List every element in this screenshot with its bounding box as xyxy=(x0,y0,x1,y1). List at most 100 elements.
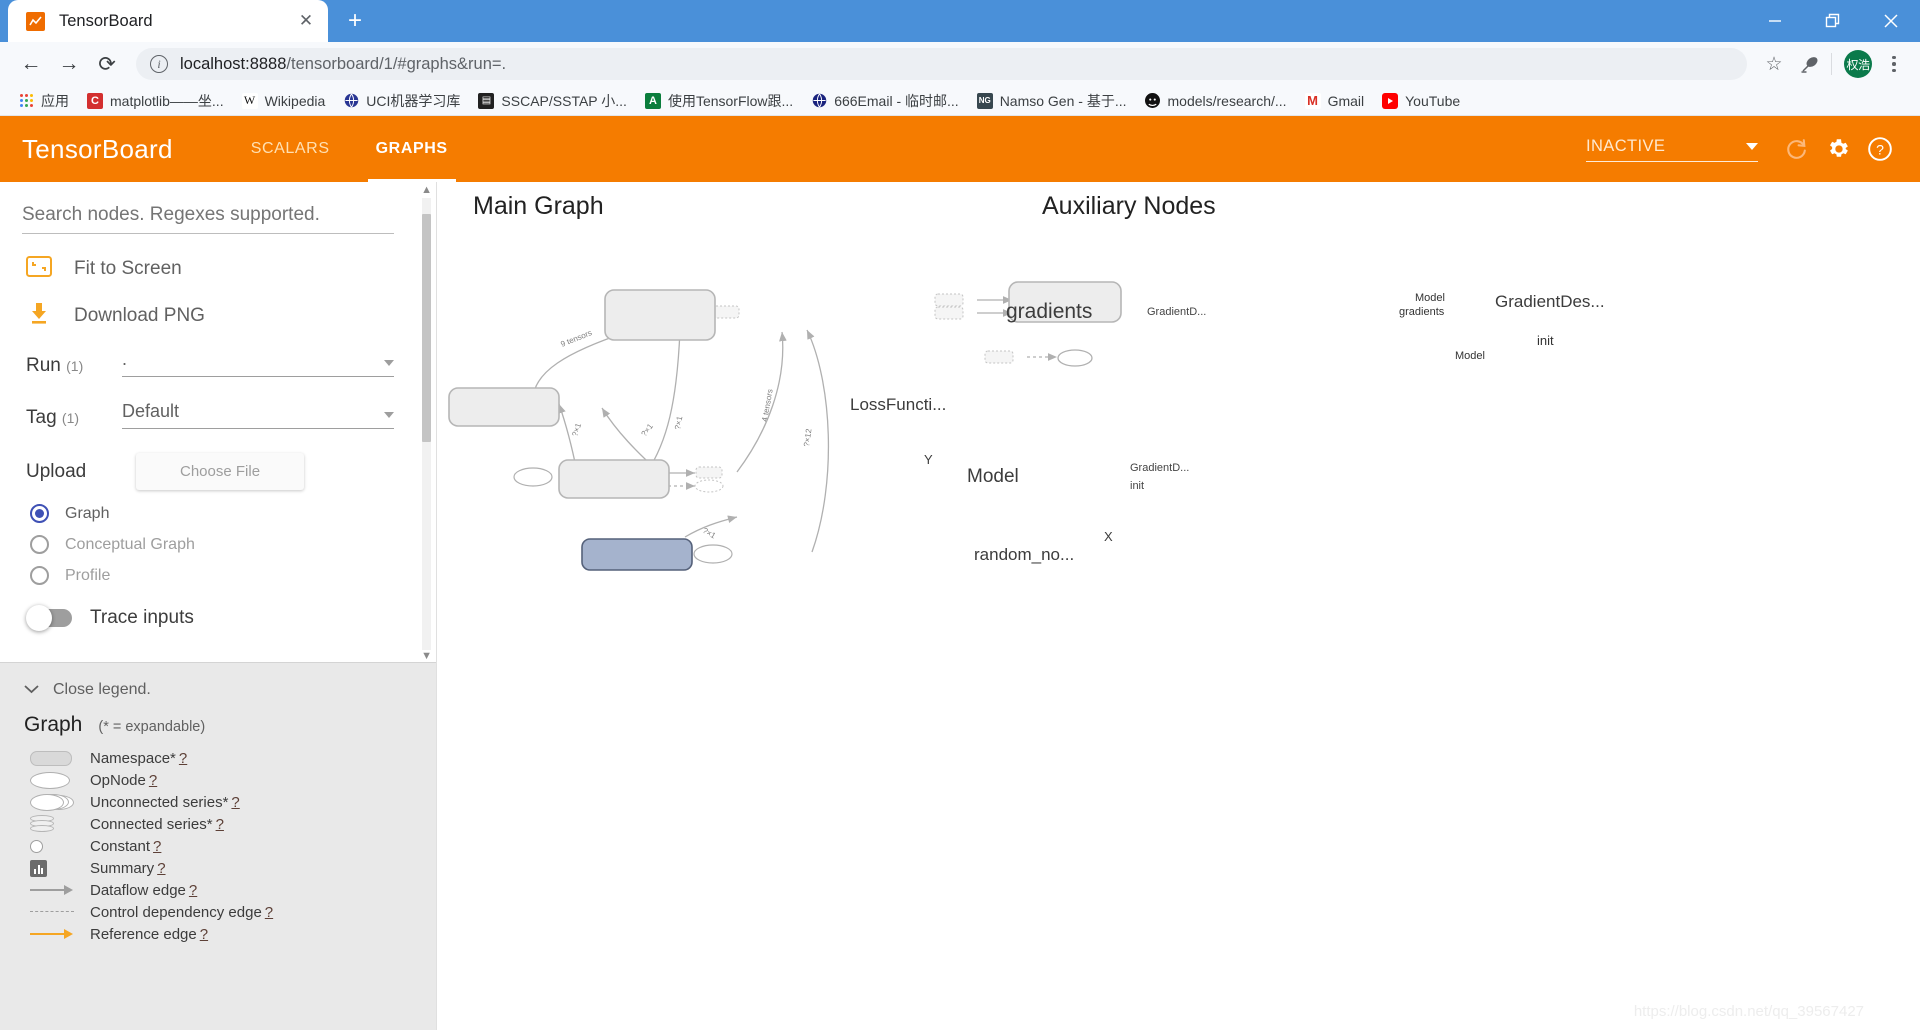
maximize-icon[interactable] xyxy=(1804,0,1862,42)
legend-item-list: Namespace*? OpNode? Unconnected series*? Co… xyxy=(24,747,412,945)
radio-indicator[interactable] xyxy=(30,504,49,523)
dataflow-edge-icon xyxy=(30,885,76,895)
legend-item: OpNode? xyxy=(24,769,412,791)
bookmark-star-icon[interactable]: ☆ xyxy=(1757,47,1791,81)
tag-selector-row: Tag (1) Default xyxy=(22,401,412,429)
bookmark-item[interactable]: Cmatplotlib——坐... xyxy=(79,88,232,114)
bookmark-item[interactable]: UCI机器学习库 xyxy=(335,88,468,114)
scroll-down-icon[interactable]: ▼ xyxy=(421,650,432,662)
bookmark-label: YouTube xyxy=(1405,92,1461,109)
search-input[interactable] xyxy=(22,204,394,226)
chevron-down-icon xyxy=(384,360,394,366)
chevron-down-icon xyxy=(24,681,39,699)
summary-shape-icon xyxy=(30,859,47,877)
bookmark-item[interactable]: 应用 xyxy=(10,88,77,114)
legend-label: OpNode? xyxy=(90,771,158,789)
play-icon xyxy=(1382,92,1399,109)
help-circle-icon[interactable]: ? xyxy=(1862,131,1898,167)
search-nodes-field[interactable] xyxy=(22,204,394,234)
toolbar-divider xyxy=(1831,53,1832,75)
forward-button[interactable]: → xyxy=(50,45,88,83)
legend-label: Reference edge? xyxy=(90,925,209,943)
legend-label: Connected series*? xyxy=(90,815,224,833)
legend-label: Control dependency edge? xyxy=(90,903,274,921)
bookmark-item[interactable]: YouTube xyxy=(1374,90,1468,112)
sidebar-scrollbar-thumb[interactable] xyxy=(422,214,431,442)
legend-help-link[interactable]: ? xyxy=(265,904,273,921)
minimize-icon[interactable] xyxy=(1746,0,1804,42)
choose-file-button[interactable]: Choose File xyxy=(136,453,305,490)
chart-line-icon xyxy=(26,11,45,31)
tensorboard-header-actions: INACTIVE ? xyxy=(1586,131,1898,167)
legend-help-link[interactable]: ? xyxy=(216,816,224,833)
bookmark-label: 使用TensorFlow跟... xyxy=(667,92,794,109)
radio-conceptual-graph[interactable]: Conceptual Graph xyxy=(22,535,412,554)
toggle-knob xyxy=(26,605,52,631)
legend-help-link[interactable]: ? xyxy=(200,926,208,943)
page-body: Fit to Screen Download PNG Run (1) . xyxy=(0,182,1920,1030)
graph-edges xyxy=(532,329,830,553)
watermark: https://blog.csdn.net/qq_39567427 xyxy=(1633,1003,1864,1020)
legend-help-link[interactable]: ? xyxy=(153,838,161,855)
refresh-icon[interactable] xyxy=(1778,131,1814,167)
trace-inputs-toggle[interactable] xyxy=(26,605,72,631)
legend-help-link[interactable]: ? xyxy=(157,860,165,877)
radio-indicator[interactable] xyxy=(30,535,49,554)
globe-icon xyxy=(811,93,827,109)
legend-help-link[interactable]: ? xyxy=(179,750,187,767)
radio-profile[interactable]: Profile xyxy=(22,566,412,585)
browser-tab[interactable]: TensorBoard ✕ xyxy=(8,0,328,42)
bookmark-item[interactable]: ▤ SSCAP/SSTAP 小... xyxy=(470,88,635,114)
svg-text:?×1: ?×1 xyxy=(639,422,655,439)
fit-to-screen-label: Fit to Screen xyxy=(74,258,182,279)
graph-edge-labels: 9 tensors ?×1 ?×1 ?×1 4 tensors ?×12 ?×1 xyxy=(559,328,813,541)
address-bar-url: localhost:8888/tensorboard/1/#graphs&run… xyxy=(180,55,506,74)
close-legend-action[interactable]: Close legend. xyxy=(24,681,412,699)
legend-symbol xyxy=(24,859,90,877)
tag-select[interactable]: Default xyxy=(122,401,394,429)
svg-text:?×1: ?×1 xyxy=(570,421,583,437)
radio-indicator[interactable] xyxy=(30,566,49,585)
window-close-icon[interactable] xyxy=(1862,0,1920,42)
run-status-dropdown[interactable]: INACTIVE xyxy=(1586,137,1758,162)
address-bar[interactable]: i localhost:8888/tensorboard/1/#graphs&r… xyxy=(136,48,1747,80)
bookmark-label: UCI机器学习库 xyxy=(366,92,461,109)
graph-edges-plain xyxy=(662,296,1057,490)
legend-item: Summary? xyxy=(24,857,412,879)
legend-help-link[interactable]: ? xyxy=(231,794,239,811)
graph-canvas[interactable]: Main Graph Auxiliary Nodes 9 tensors ?×1… xyxy=(437,182,1920,1030)
trace-inputs-row[interactable]: Trace inputs xyxy=(22,605,412,631)
site-info-icon[interactable]: i xyxy=(150,55,168,73)
bookmark-label: matplotlib——坐... xyxy=(110,92,224,109)
bookmark-item[interactable]: 666Email - 临时邮... xyxy=(803,88,966,114)
legend-label: Unconnected series*? xyxy=(90,793,240,811)
legend-label: Constant? xyxy=(90,837,162,855)
bookmark-item[interactable]: NG Namso Gen - 基于... xyxy=(969,88,1135,114)
browser-toolbar: ← → ⟳ i localhost:8888/tensorboard/1/#gr… xyxy=(0,42,1920,86)
fit-to-screen-action[interactable]: Fit to Screen xyxy=(22,256,412,282)
download-png-action[interactable]: Download PNG xyxy=(22,302,412,329)
trace-inputs-label: Trace inputs xyxy=(90,607,194,628)
scroll-up-icon[interactable]: ▲ xyxy=(421,184,432,196)
gear-icon[interactable] xyxy=(1820,131,1856,167)
avatar[interactable]: 权浩 xyxy=(1844,50,1872,78)
close-icon[interactable]: ✕ xyxy=(294,9,318,33)
back-button[interactable]: ← xyxy=(12,45,50,83)
control-dependency-edge-icon xyxy=(30,907,76,917)
bookmark-item[interactable]: M Gmail xyxy=(1297,90,1373,112)
bookmark-item[interactable]: W Wikipedia xyxy=(234,90,334,112)
reload-button[interactable]: ⟳ xyxy=(88,45,126,83)
tab-scalars[interactable]: SCALARS xyxy=(233,116,348,182)
new-tab-button[interactable]: + xyxy=(338,4,372,38)
legend-help-link[interactable]: ? xyxy=(149,772,157,789)
legend-title-row: Graph (* = expandable) xyxy=(24,713,412,737)
browser-menu-button[interactable] xyxy=(1880,55,1908,73)
run-select[interactable]: . xyxy=(122,349,394,377)
satellite-dish-icon[interactable] xyxy=(1791,47,1827,81)
tab-graphs[interactable]: GRAPHS xyxy=(358,116,466,182)
legend-help-link[interactable]: ? xyxy=(189,882,197,899)
legend-symbol xyxy=(24,839,90,853)
radio-graph[interactable]: Graph xyxy=(22,504,412,523)
bookmark-item[interactable]: models/research/... xyxy=(1137,90,1295,112)
bookmark-item[interactable]: A 使用TensorFlow跟... xyxy=(637,88,801,114)
